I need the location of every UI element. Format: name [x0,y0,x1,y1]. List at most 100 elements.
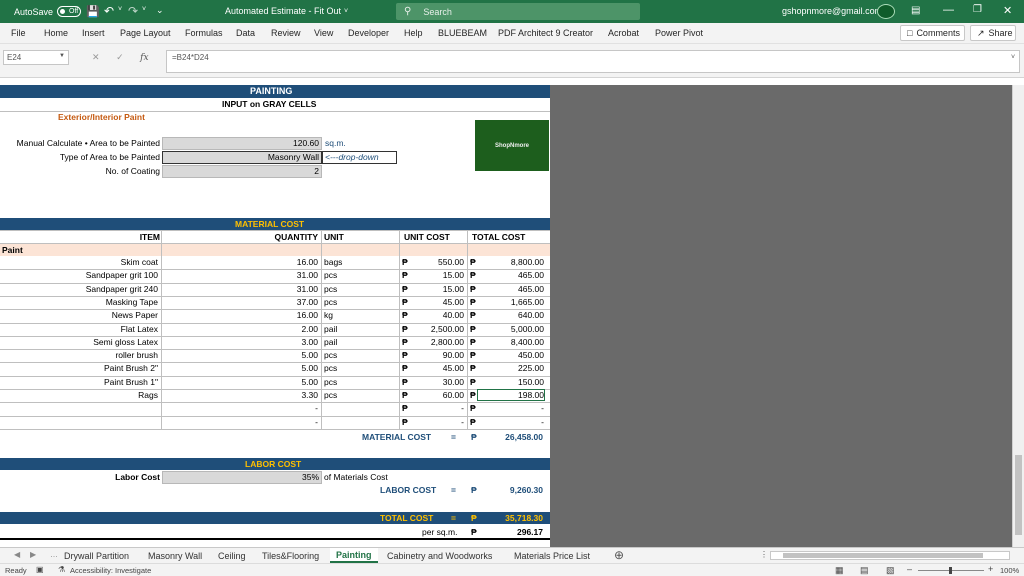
enter-icon[interactable]: ✓ [116,52,124,62]
labor-pct-input[interactable]: 35% [162,471,322,484]
zoom-out-icon[interactable]: – [907,564,912,574]
add-sheet-icon[interactable]: ⊕ [614,548,624,562]
menu-acrobat[interactable]: Acrobat [608,28,639,38]
table-cell-total[interactable]: 5,000.00 [478,324,544,334]
hscroll-thumb[interactable] [783,553,983,558]
menu-formulas[interactable]: Formulas [185,28,223,38]
page-layout-view-icon[interactable]: ▤ [860,565,869,576]
table-cell-unit[interactable]: pail [324,324,337,334]
table-cell-item[interactable]: Flat Latex [0,324,158,334]
table-cell-quantity[interactable]: 37.00 [162,297,318,307]
table-cell-total[interactable]: 465.00 [478,284,544,294]
table-cell-unit-cost[interactable]: 15.00 [410,284,464,294]
tab-cabinetry[interactable]: Cabinetry and Woodworks [381,548,498,563]
table-cell-unit[interactable]: pcs [324,363,337,373]
table-cell-unit-cost[interactable]: 15.00 [410,270,464,280]
table-cell-unit-cost[interactable]: 40.00 [410,310,464,320]
table-cell-total[interactable]: 640.00 [478,310,544,320]
table-cell-quantity[interactable]: 16.00 [162,310,318,320]
table-cell-quantity[interactable]: 5.00 [162,350,318,360]
table-cell-item[interactable]: roller brush [0,350,158,360]
table-cell-quantity[interactable]: 5.00 [162,363,318,373]
table-cell-quantity[interactable]: 31.00 [162,270,318,280]
table-cell-quantity[interactable]: 16.00 [162,257,318,267]
table-cell-item[interactable]: Paint Brush 2" [0,363,158,373]
comments-button[interactable]: □ Comments [900,25,965,41]
table-cell-item[interactable]: Skim coat [0,257,158,267]
table-cell-item[interactable]: Paint Brush 1" [0,377,158,387]
table-cell-total[interactable]: 150.00 [478,377,544,387]
table-cell-quantity[interactable]: - [162,403,318,413]
table-cell-quantity[interactable]: 3.30 [162,390,318,400]
horizontal-scrollbar[interactable] [770,551,1010,560]
accessibility-status[interactable]: Accessibility: Investigate [70,566,151,575]
table-cell-quantity[interactable]: 31.00 [162,284,318,294]
close-icon[interactable]: ✕ [1003,4,1012,17]
undo-dropdown-icon[interactable]: ˅ [118,6,122,13]
tab-materials-price-list[interactable]: Materials Price List [508,548,596,563]
menu-view[interactable]: View [314,28,333,38]
menu-page-layout[interactable]: Page Layout [120,28,171,38]
menu-bluebeam[interactable]: BLUEBEAM [438,28,487,38]
tab-prev-icon[interactable]: ◀ [14,550,20,559]
table-cell-total[interactable]: 8,400.00 [478,337,544,347]
document-title[interactable]: Automated Estimate - Fit Out ˅ [225,6,348,16]
table-cell-total[interactable]: 225.00 [478,363,544,373]
formula-input[interactable]: =B24*D24 [166,50,1020,73]
table-cell-total[interactable]: - [478,417,544,427]
table-cell-unit[interactable]: kg [324,310,333,320]
menu-insert[interactable]: Insert [82,28,105,38]
user-email[interactable]: gshopnmore@gmail.com [782,6,882,16]
table-cell-total[interactable]: 198.00 [477,389,545,401]
table-cell-unit-cost[interactable]: - [410,417,464,427]
macro-record-icon[interactable]: ▣ [36,565,44,574]
zoom-level[interactable]: 100% [1000,566,1019,575]
table-cell-quantity[interactable]: 5.00 [162,377,318,387]
autosave-control[interactable]: AutoSave Off [14,6,82,17]
hscroll-split-icon[interactable]: ⋮ [760,550,768,559]
zoom-in-icon[interactable]: + [988,564,993,574]
redo-dropdown-icon[interactable]: ˅ [142,6,146,13]
table-cell-unit-cost[interactable]: 30.00 [410,377,464,387]
table-cell-unit-cost[interactable]: 2,800.00 [410,337,464,347]
table-cell-unit[interactable]: pcs [324,390,337,400]
minimize-icon[interactable]: — [943,4,954,16]
save-icon[interactable]: 💾 [86,5,100,18]
table-cell-item[interactable]: Sandpaper grit 240 [0,284,158,294]
menu-help[interactable]: Help [404,28,423,38]
ribbon-display-icon[interactable]: ▤ [911,5,920,16]
table-cell-item[interactable]: Rags [0,390,158,400]
autosave-toggle[interactable]: Off [57,6,82,17]
scrollbar-thumb[interactable] [1015,455,1022,535]
table-cell-unit[interactable]: pcs [324,377,337,387]
menu-developer[interactable]: Developer [348,28,389,38]
table-cell-unit-cost[interactable]: 90.00 [410,350,464,360]
menu-data[interactable]: Data [236,28,255,38]
table-cell-item[interactable]: Sandpaper grit 100 [0,270,158,280]
zoom-slider[interactable] [918,567,984,574]
page-break-view-icon[interactable]: ▧ [886,565,895,576]
table-cell-total[interactable]: - [478,403,544,413]
table-cell-unit-cost[interactable]: 45.00 [410,297,464,307]
menu-home[interactable]: Home [44,28,68,38]
table-cell-unit-cost[interactable]: 60.00 [410,390,464,400]
expand-formula-bar-icon[interactable]: ˅ [1011,54,1015,61]
customize-toolbar-icon[interactable]: ⌄ [156,5,164,16]
restore-icon[interactable]: ❐ [973,4,982,15]
tab-tiles-flooring[interactable]: Tiles&Flooring [256,548,325,563]
table-cell-quantity[interactable]: - [162,417,318,427]
name-box[interactable]: E24 ▼ [3,50,69,65]
table-cell-total[interactable]: 450.00 [478,350,544,360]
menu-file[interactable]: File [11,28,26,38]
table-cell-unit[interactable]: pail [324,337,337,347]
menu-power-pivot[interactable]: Power Pivot [655,28,703,38]
table-cell-item[interactable]: Masking Tape [0,297,158,307]
menu-review[interactable]: Review [271,28,301,38]
share-button[interactable]: ↗ Share [970,25,1016,41]
table-cell-unit[interactable]: pcs [324,297,337,307]
table-cell-quantity[interactable]: 2.00 [162,324,318,334]
empty-sheet-area[interactable] [550,85,1012,547]
table-cell-total[interactable]: 465.00 [478,270,544,280]
table-cell-unit-cost[interactable]: 45.00 [410,363,464,373]
table-cell-unit[interactable]: pcs [324,350,337,360]
